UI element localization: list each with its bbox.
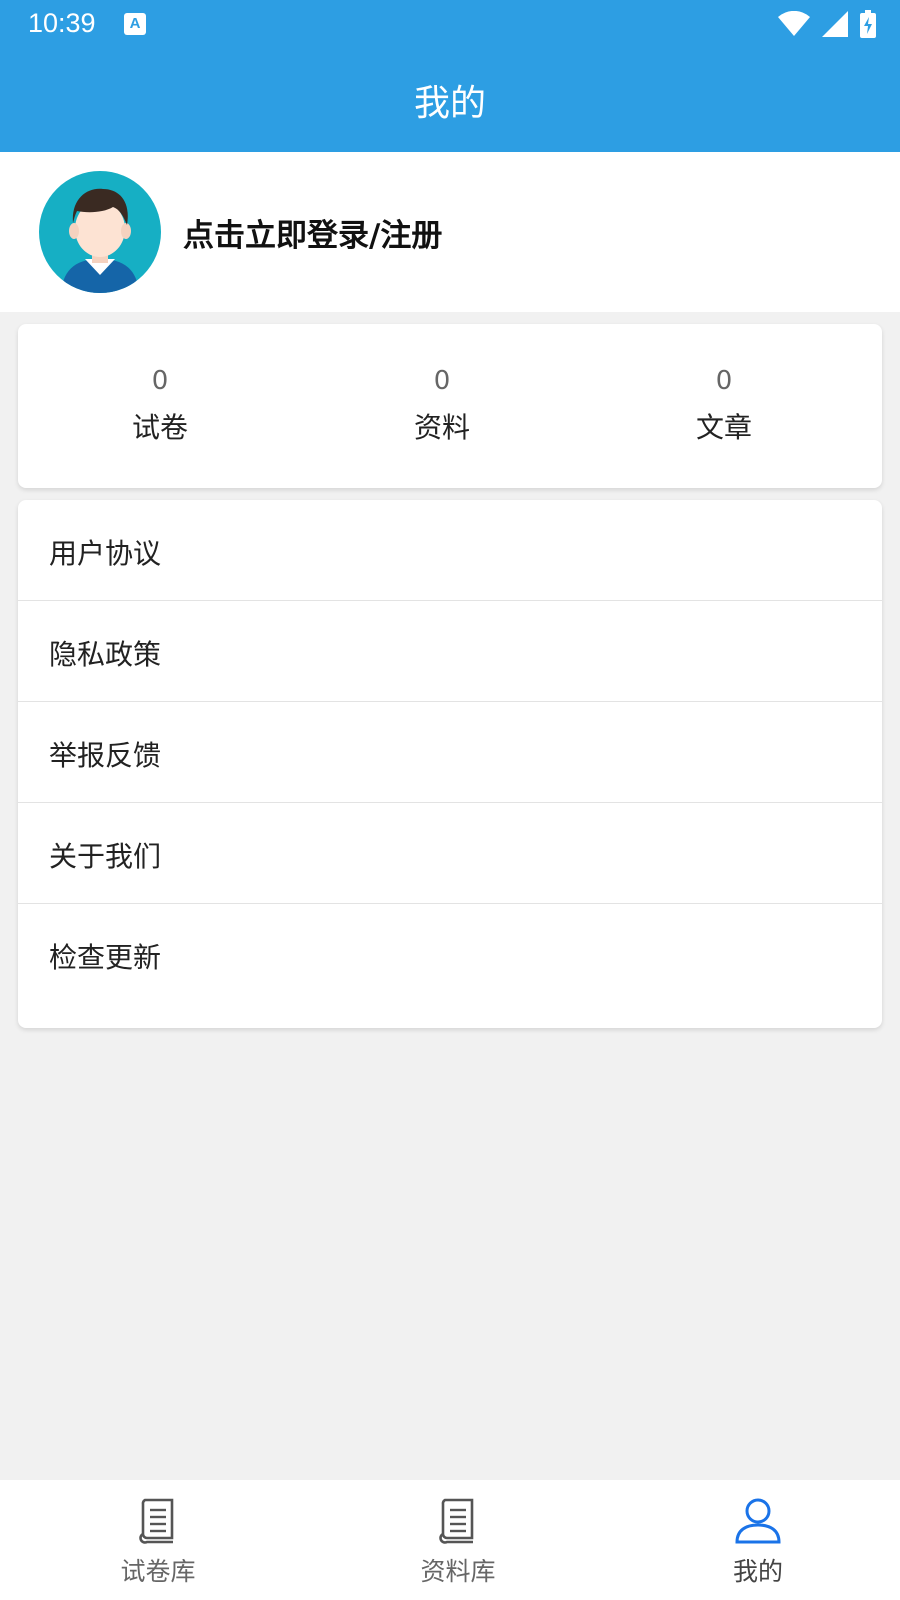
wifi-icon [778, 11, 810, 36]
status-time: 10:39 [28, 8, 96, 38]
stat-value: 0 [715, 366, 733, 396]
menu-item-label: 用户协议 [49, 537, 162, 570]
stat-articles[interactable]: 0 文章 [624, 366, 824, 446]
stat-materials[interactable]: 0 资料 [342, 366, 542, 446]
menu-item-label: 关于我们 [49, 840, 162, 873]
stat-label: 文章 [695, 411, 752, 444]
profile-row[interactable]: 点击立即登录/注册 [0, 152, 900, 312]
screen: 10:39 A 我的 点击立即登录/注册 0 试卷 0 资料 0 文章 用户协议… [0, 0, 900, 1600]
tab-label: 资料库 [420, 1557, 496, 1586]
user-icon [735, 1498, 781, 1544]
status-bar: 10:39 A [0, 0, 900, 48]
menu-item-privacy-policy[interactable]: 隐私政策 [18, 601, 882, 702]
avatar[interactable] [39, 171, 161, 293]
menu-list: 用户协议 隐私政策 举报反馈 关于我们 检查更新 [18, 500, 882, 1028]
battery-charging-icon [860, 10, 876, 38]
signal-icon [822, 11, 848, 37]
book-icon [139, 1498, 174, 1544]
menu-item-user-agreement[interactable]: 用户协议 [18, 500, 882, 601]
stat-value: 0 [433, 366, 451, 396]
status-icons [778, 10, 876, 38]
login-register-link[interactable]: 点击立即登录/注册 [183, 210, 442, 255]
bottom-nav: 试卷库 资料库 我的 [0, 1480, 900, 1600]
menu-item-report-feedback[interactable]: 举报反馈 [18, 702, 882, 803]
tab-mine[interactable]: 我的 [608, 1480, 900, 1600]
menu-item-label: 举报反馈 [49, 739, 162, 772]
tab-label: 我的 [732, 1557, 783, 1586]
stat-label: 试卷 [131, 411, 188, 444]
stat-papers[interactable]: 0 试卷 [60, 366, 260, 446]
menu-item-label: 隐私政策 [49, 638, 162, 671]
book-icon [439, 1498, 474, 1544]
stats-card: 0 试卷 0 资料 0 文章 [18, 324, 882, 488]
tab-label: 试卷库 [120, 1557, 196, 1586]
stat-value: 0 [151, 366, 169, 396]
page-title: 我的 [413, 83, 486, 124]
header: 10:39 A 我的 [0, 0, 900, 152]
avatar-icon [39, 171, 161, 293]
notification-a-icon: A [124, 13, 146, 35]
stat-label: 资料 [413, 411, 470, 444]
menu-item-label: 检查更新 [49, 941, 162, 974]
tab-paper-library[interactable]: 试卷库 [8, 1480, 308, 1600]
menu-item-check-update[interactable]: 检查更新 [18, 904, 882, 1005]
menu-item-about-us[interactable]: 关于我们 [18, 803, 882, 904]
tab-material-library[interactable]: 资料库 [308, 1480, 608, 1600]
